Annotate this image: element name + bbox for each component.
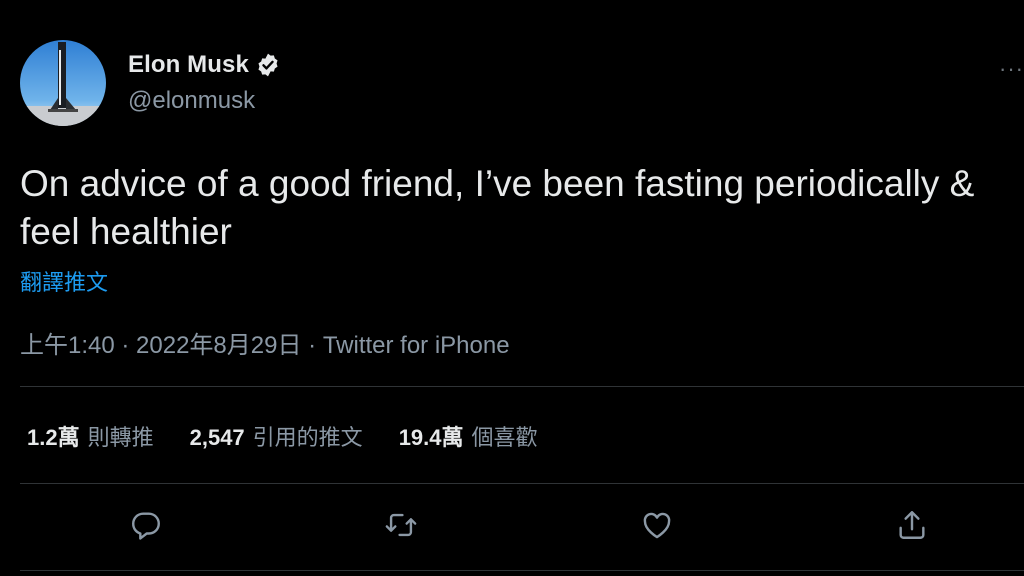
reply-icon: [132, 512, 160, 540]
divider: [20, 386, 1024, 387]
verified-badge-icon: [258, 53, 278, 77]
tweet-detail-page: Elon Musk @elonmusk ··· On advice of a g…: [0, 0, 1024, 576]
share-button[interactable]: [892, 505, 932, 545]
meta-separator: ·: [114, 332, 137, 359]
user-handle[interactable]: @elonmusk: [128, 87, 281, 115]
stat-value: 19.4萬: [398, 425, 464, 450]
stat-retweets[interactable]: 1.2萬 則轉推: [27, 420, 154, 452]
translate-tweet-link[interactable]: 翻譯推文: [20, 265, 108, 297]
more-options-icon[interactable]: ···: [999, 56, 1024, 82]
heart-icon: [643, 512, 671, 539]
meta-separator: ·: [301, 332, 323, 359]
divider: [20, 483, 1024, 484]
share-icon: [899, 511, 925, 539]
name-row: Elon Musk: [128, 51, 281, 79]
tweet-stats: 1.2萬 則轉推 2,547 引用的推文 19.4萬 個喜歡: [27, 420, 574, 452]
tweet-source[interactable]: Twitter for iPhone: [323, 332, 510, 359]
tweet-header: Elon Musk @elonmusk: [20, 40, 281, 126]
retweet-button[interactable]: [381, 505, 421, 545]
tweet-time[interactable]: 上午1:40: [20, 332, 115, 359]
stat-label: 引用的推文: [252, 425, 363, 450]
user-names: Elon Musk @elonmusk: [128, 51, 281, 115]
tweet-actions: [0, 505, 1024, 549]
stat-quote-tweets[interactable]: 2,547 引用的推文: [190, 420, 363, 452]
like-button[interactable]: [637, 505, 677, 545]
stat-value: 2,547: [189, 425, 245, 450]
stat-label: 個喜歡: [471, 425, 538, 450]
reply-button[interactable]: [126, 505, 166, 545]
tweet-meta: 上午1:40 · 2022年8月29日 · Twitter for iPhone: [20, 325, 510, 360]
divider: [20, 570, 1024, 571]
tweet-text: On advice of a good friend, I’ve been fa…: [20, 163, 975, 252]
tweet-date[interactable]: 2022年8月29日: [136, 332, 301, 359]
avatar[interactable]: [20, 40, 106, 126]
retweet-icon: [385, 513, 417, 537]
stat-likes[interactable]: 19.4萬 個喜歡: [399, 420, 538, 452]
stat-value: 1.2萬: [27, 425, 80, 450]
display-name[interactable]: Elon Musk: [128, 51, 249, 79]
stat-label: 則轉推: [87, 425, 154, 450]
